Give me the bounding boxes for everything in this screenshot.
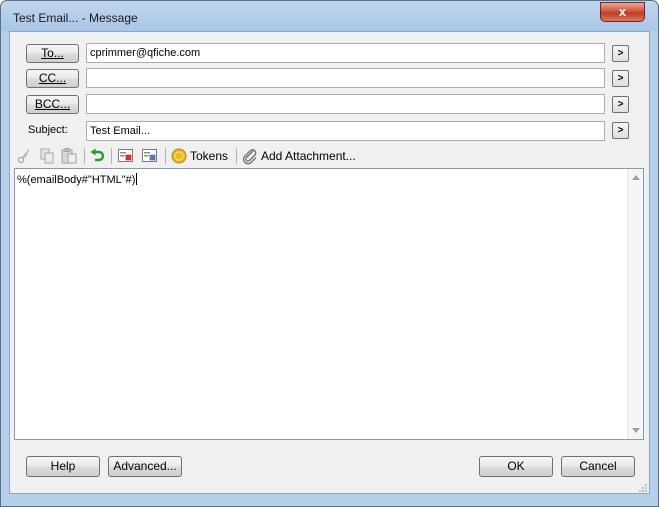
copy-icon[interactable] bbox=[38, 147, 56, 165]
scroll-up-icon[interactable] bbox=[632, 175, 640, 180]
undo-arrow-icon[interactable] bbox=[89, 147, 107, 165]
email-body-text[interactable]: %(emailBody#"HTML"#) bbox=[17, 173, 138, 186]
to-field[interactable]: cprimmer@qfiche.com bbox=[86, 43, 605, 63]
email-body-editor[interactable]: %(emailBody#"HTML"#) bbox=[14, 168, 644, 440]
bcc-expand-button[interactable]: > bbox=[612, 96, 629, 113]
toolbar-separator bbox=[236, 148, 237, 164]
advanced-button[interactable]: Advanced... bbox=[108, 456, 182, 477]
subject-field[interactable]: Test Email... bbox=[86, 121, 605, 141]
close-button[interactable]: x bbox=[600, 2, 645, 22]
add-attachment-button[interactable]: Add Attachment... bbox=[261, 149, 356, 163]
toolbar-separator bbox=[165, 148, 166, 164]
to-expand-button[interactable]: > bbox=[612, 45, 629, 62]
ok-button[interactable]: OK bbox=[479, 456, 553, 477]
subject-label: Subject: bbox=[28, 124, 68, 136]
dialog-client-area: To... cprimmer@qfiche.com > CC... > BCC.… bbox=[9, 31, 650, 494]
cc-field[interactable] bbox=[86, 68, 605, 88]
insert-image-icon[interactable] bbox=[141, 147, 159, 165]
tokens-coin-icon[interactable] bbox=[170, 147, 188, 165]
toolbar-separator bbox=[84, 148, 85, 164]
editor-toolbar: Tokens Add Attachment... bbox=[14, 145, 644, 167]
vertical-scrollbar[interactable] bbox=[627, 169, 643, 439]
scissors-icon[interactable] bbox=[16, 147, 34, 165]
help-button[interactable]: Help bbox=[26, 456, 100, 477]
email-body-content: %(emailBody#"HTML"#) bbox=[17, 174, 136, 186]
to-button[interactable]: To... bbox=[26, 44, 79, 63]
cancel-button[interactable]: Cancel bbox=[561, 456, 635, 477]
toolbar-separator bbox=[111, 148, 112, 164]
bcc-field[interactable] bbox=[86, 94, 605, 114]
window-title: Test Email... - Message bbox=[13, 11, 138, 25]
subject-expand-button[interactable]: > bbox=[612, 122, 629, 139]
tokens-button[interactable]: Tokens bbox=[190, 149, 228, 163]
close-icon: x bbox=[618, 4, 627, 19]
insert-field-icon[interactable] bbox=[117, 147, 135, 165]
cc-expand-button[interactable]: > bbox=[612, 70, 629, 87]
paste-icon[interactable] bbox=[60, 147, 78, 165]
paperclip-icon[interactable] bbox=[241, 147, 259, 165]
message-window: Test Email... - Message x To... cprimmer… bbox=[0, 0, 659, 507]
bcc-button[interactable]: BCC... bbox=[26, 95, 79, 114]
title-bar[interactable]: Test Email... - Message x bbox=[1, 1, 658, 31]
scroll-down-icon[interactable] bbox=[632, 428, 640, 433]
cc-button[interactable]: CC... bbox=[26, 69, 79, 88]
text-caret bbox=[136, 173, 138, 185]
resize-grip-icon[interactable] bbox=[638, 482, 648, 492]
